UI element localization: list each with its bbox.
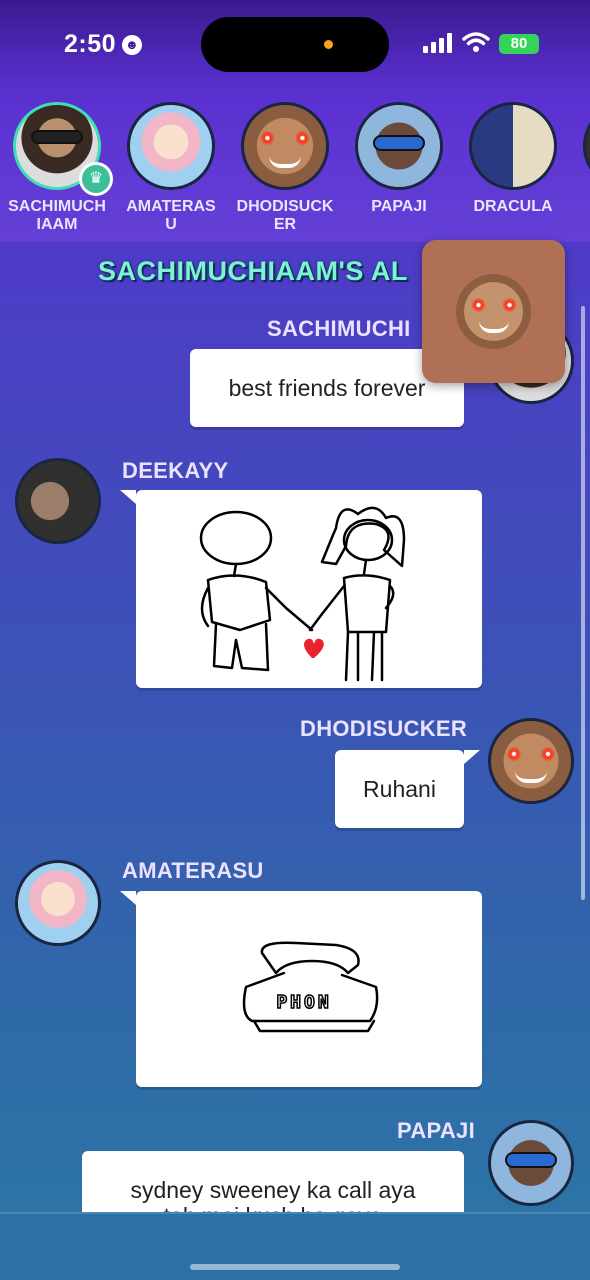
player-name: AMATERASU <box>126 198 216 233</box>
album-title: SACHIMUCHIAAM'S AL <box>98 256 408 286</box>
message-author: AMATERASU <box>122 858 264 883</box>
status-time: 2:50 ☻ <box>64 30 143 59</box>
dynamic-island <box>201 17 389 72</box>
home-indicator[interactable] <box>190 1264 400 1270</box>
cellular-signal-icon <box>423 33 453 53</box>
avatar <box>469 102 557 190</box>
crown-icon: ♛ <box>79 162 113 196</box>
message-author: DEEKAYY <box>122 458 229 483</box>
message-author: SACHIMUCHI <box>267 316 411 341</box>
avatar <box>241 102 329 190</box>
avatar <box>15 458 101 544</box>
avatar <box>15 860 101 946</box>
player-sachimuchiaam[interactable]: ♛ SACHIMUCHIAAM <box>7 102 113 234</box>
avatar <box>488 1120 574 1206</box>
mic-indicator-icon <box>324 40 333 49</box>
drawing-bubble[interactable]: PHON <box>120 891 482 1087</box>
phone-drawing: PHON <box>242 941 379 1033</box>
video-call-tile[interactable] <box>422 240 565 383</box>
player-dhodisucker[interactable]: DHODISUCKER <box>235 102 335 234</box>
couple-drawing <box>199 506 406 682</box>
phone-drawing-label: PHON <box>276 992 331 1013</box>
avatar <box>355 102 443 190</box>
player-name: SACHIMUCHIAAM <box>8 198 106 233</box>
video-face <box>456 274 531 349</box>
status-bar: 2:50 ☻ 80 <box>0 0 590 90</box>
focus-icon: ☻ <box>122 35 143 56</box>
player-papaji[interactable]: PAPAJI <box>349 102 449 216</box>
message-author: PAPAJI <box>397 1118 476 1143</box>
drawing-bubble[interactable] <box>120 490 482 688</box>
player-overflow[interactable] <box>577 102 590 190</box>
bottom-bar <box>0 1212 590 1280</box>
player-name: DRACULA <box>473 198 553 215</box>
player-amaterasu[interactable]: AMATERASU <box>121 102 221 234</box>
battery-icon: 80 <box>499 34 539 54</box>
player-name: DHODISUCKER <box>236 198 334 233</box>
wifi-icon <box>462 32 490 52</box>
message-author: DHODISUCKER <box>300 716 468 741</box>
avatar <box>488 718 574 804</box>
player-name: PAPAJI <box>371 198 427 215</box>
player-dracula[interactable]: DRACULA <box>463 102 563 216</box>
heart-icon <box>304 638 324 658</box>
scrollbar[interactable] <box>581 306 585 900</box>
avatar <box>127 102 215 190</box>
message-bubble: Ruhani <box>335 750 480 828</box>
message-text: Ruhani <box>363 775 436 802</box>
avatar <box>583 102 590 190</box>
players-bar[interactable]: ♛ SACHIMUCHIAAM AMATERASU DHODISUCKER PA… <box>0 90 590 242</box>
